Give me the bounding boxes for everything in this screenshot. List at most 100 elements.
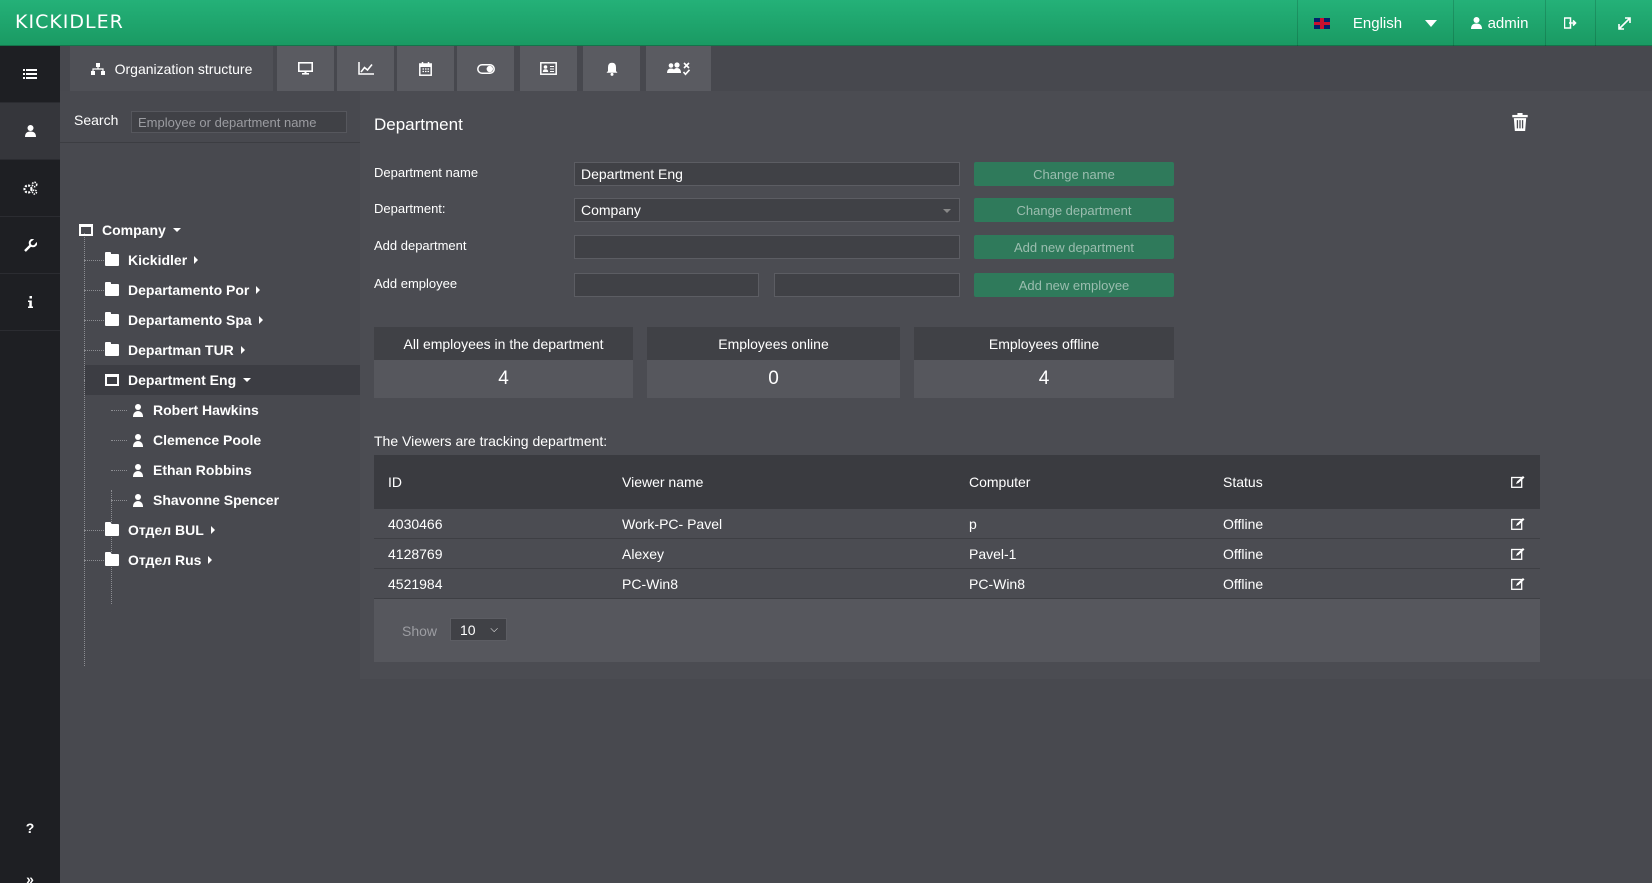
chevron-down-icon	[943, 209, 951, 213]
table-row[interactable]: 4521984 PC-Win8 PC-Win8 Offline	[374, 569, 1540, 599]
line-chart-icon	[357, 62, 374, 75]
folder-icon	[105, 522, 119, 536]
tree-node-department-selected[interactable]: Department Eng	[85, 365, 360, 395]
tab-organization-structure[interactable]: Organization structure	[70, 46, 273, 91]
employee-last-name-input[interactable]	[774, 273, 960, 297]
tree-node-employee[interactable]: Clemence Poole	[132, 425, 261, 455]
tree-node-company[interactable]: Company	[79, 215, 181, 245]
tab-reports[interactable]	[337, 46, 394, 91]
caret-right-icon	[240, 346, 245, 354]
tree-node-label: Отдел Rus	[128, 552, 202, 568]
page-size-select[interactable]: 10 ⌵	[450, 618, 507, 641]
search-input[interactable]	[131, 111, 347, 133]
page-title: Department	[374, 115, 463, 134]
cell-id: 4521984	[388, 575, 443, 592]
tab-notifications[interactable]	[583, 46, 640, 91]
show-label: Show	[402, 623, 438, 639]
sitemap-icon	[90, 62, 105, 75]
folder-icon	[105, 282, 119, 296]
caret-right-icon	[208, 556, 213, 564]
user-menu[interactable]: admin	[1453, 0, 1545, 46]
employee-first-name-input[interactable]	[574, 273, 759, 297]
chevron-down-icon	[1424, 19, 1437, 27]
tree-node-department[interactable]: Departman TUR	[105, 335, 245, 365]
tree-connector	[84, 530, 104, 531]
parent-department-select[interactable]: Company	[574, 198, 960, 222]
top-right-controls: English admin	[1297, 0, 1652, 46]
caret-down-icon	[243, 378, 252, 382]
tree-node-department[interactable]: Отдел Rus	[105, 545, 213, 575]
nav-employees[interactable]	[0, 103, 60, 160]
language-selector[interactable]: English	[1297, 0, 1453, 46]
user-icon	[1470, 17, 1482, 29]
bell-icon	[606, 62, 617, 76]
calendar-icon	[419, 61, 432, 76]
nav-list[interactable]	[0, 46, 60, 103]
caret-right-icon	[210, 526, 215, 534]
tree-connector	[111, 470, 127, 471]
column-header-status[interactable]: Status	[1223, 474, 1263, 490]
table-row[interactable]: 4030466 Work-PC- Pavel p Offline	[374, 509, 1540, 539]
info-icon	[27, 296, 33, 308]
trash-icon[interactable]	[1512, 113, 1528, 131]
nav-tools[interactable]	[0, 217, 60, 274]
add-new-department-button[interactable]: Add new department	[974, 235, 1174, 259]
nav-settings[interactable]	[0, 160, 60, 217]
edit-icon[interactable]	[1511, 577, 1525, 590]
tree-connector	[84, 350, 104, 351]
change-name-button[interactable]: Change name	[974, 162, 1174, 186]
toggle-icon	[476, 63, 495, 74]
tab-monitoring[interactable]	[277, 46, 334, 91]
tree-node-employee[interactable]: Shavonne Spencer	[132, 485, 279, 515]
add-department-input[interactable]	[574, 235, 960, 259]
kickidler-logo[interactable]: KICKIDLER	[15, 11, 124, 33]
column-header-computer[interactable]: Computer	[969, 474, 1030, 490]
tree-node-employee[interactable]: Robert Hawkins	[132, 395, 259, 425]
department-name-input[interactable]: Department Eng	[574, 162, 960, 186]
tree-node-department[interactable]: Departamento Por	[105, 275, 261, 305]
cell-computer: p	[969, 515, 977, 532]
user-icon	[132, 494, 144, 507]
expand-sidebar-button[interactable]: »	[0, 859, 60, 883]
left-sidebar: ? »	[0, 46, 60, 883]
stat-employees-online: Employees online 0	[647, 327, 900, 398]
wrench-icon	[23, 238, 37, 252]
edit-icon[interactable]	[1511, 476, 1525, 488]
stat-employees-offline: Employees offline 4	[914, 327, 1174, 398]
tree-node-department[interactable]: Departamento Spa	[105, 305, 263, 335]
tab-toggles[interactable]	[457, 46, 514, 91]
change-department-button[interactable]: Change department	[974, 198, 1174, 222]
table-row[interactable]: 4128769 Alexey Pavel-1 Offline	[374, 539, 1540, 569]
tab-user-access[interactable]	[646, 46, 711, 91]
cell-id: 4030466	[388, 515, 443, 532]
tree-node-label: Departamento Por	[128, 282, 250, 298]
nav-info[interactable]	[0, 274, 60, 331]
user-icon	[24, 125, 36, 137]
add-new-employee-button[interactable]: Add new employee	[974, 273, 1174, 297]
viewers-title: The Viewers are tracking department:	[374, 433, 608, 449]
tree-node-label: Departman TUR	[128, 342, 234, 358]
edit-icon[interactable]	[1511, 517, 1525, 530]
viewers-table: ID Viewer name Computer Status 4030466 W…	[374, 455, 1540, 662]
tab-calendar[interactable]	[397, 46, 454, 91]
tab-id-card[interactable]	[520, 46, 577, 91]
folder-icon	[105, 312, 119, 326]
tree-node-employee[interactable]: Ethan Robbins	[132, 455, 252, 485]
fullscreen-button[interactable]	[1595, 0, 1652, 46]
edit-icon[interactable]	[1511, 547, 1525, 560]
tree-node-department[interactable]: Отдел BUL	[105, 515, 215, 545]
tree-node-label: Отдел BUL	[128, 522, 204, 538]
caret-down-icon	[172, 228, 181, 232]
logout-button[interactable]	[1545, 0, 1595, 46]
tree-connector	[84, 320, 104, 321]
column-header-id[interactable]: ID	[388, 474, 402, 490]
tree-node-department[interactable]: Kickidler	[105, 245, 199, 275]
column-header-viewer-name[interactable]: Viewer name	[622, 474, 703, 490]
search-row: Search	[60, 91, 360, 143]
folder-icon	[105, 342, 119, 356]
stat-label: Employees online	[647, 327, 900, 360]
help-button[interactable]: ?	[0, 808, 60, 848]
cell-computer: Pavel-1	[969, 545, 1017, 562]
department-panel: Department Department name Department En…	[360, 91, 1652, 679]
tree-node-label: Ethan Robbins	[153, 462, 252, 478]
